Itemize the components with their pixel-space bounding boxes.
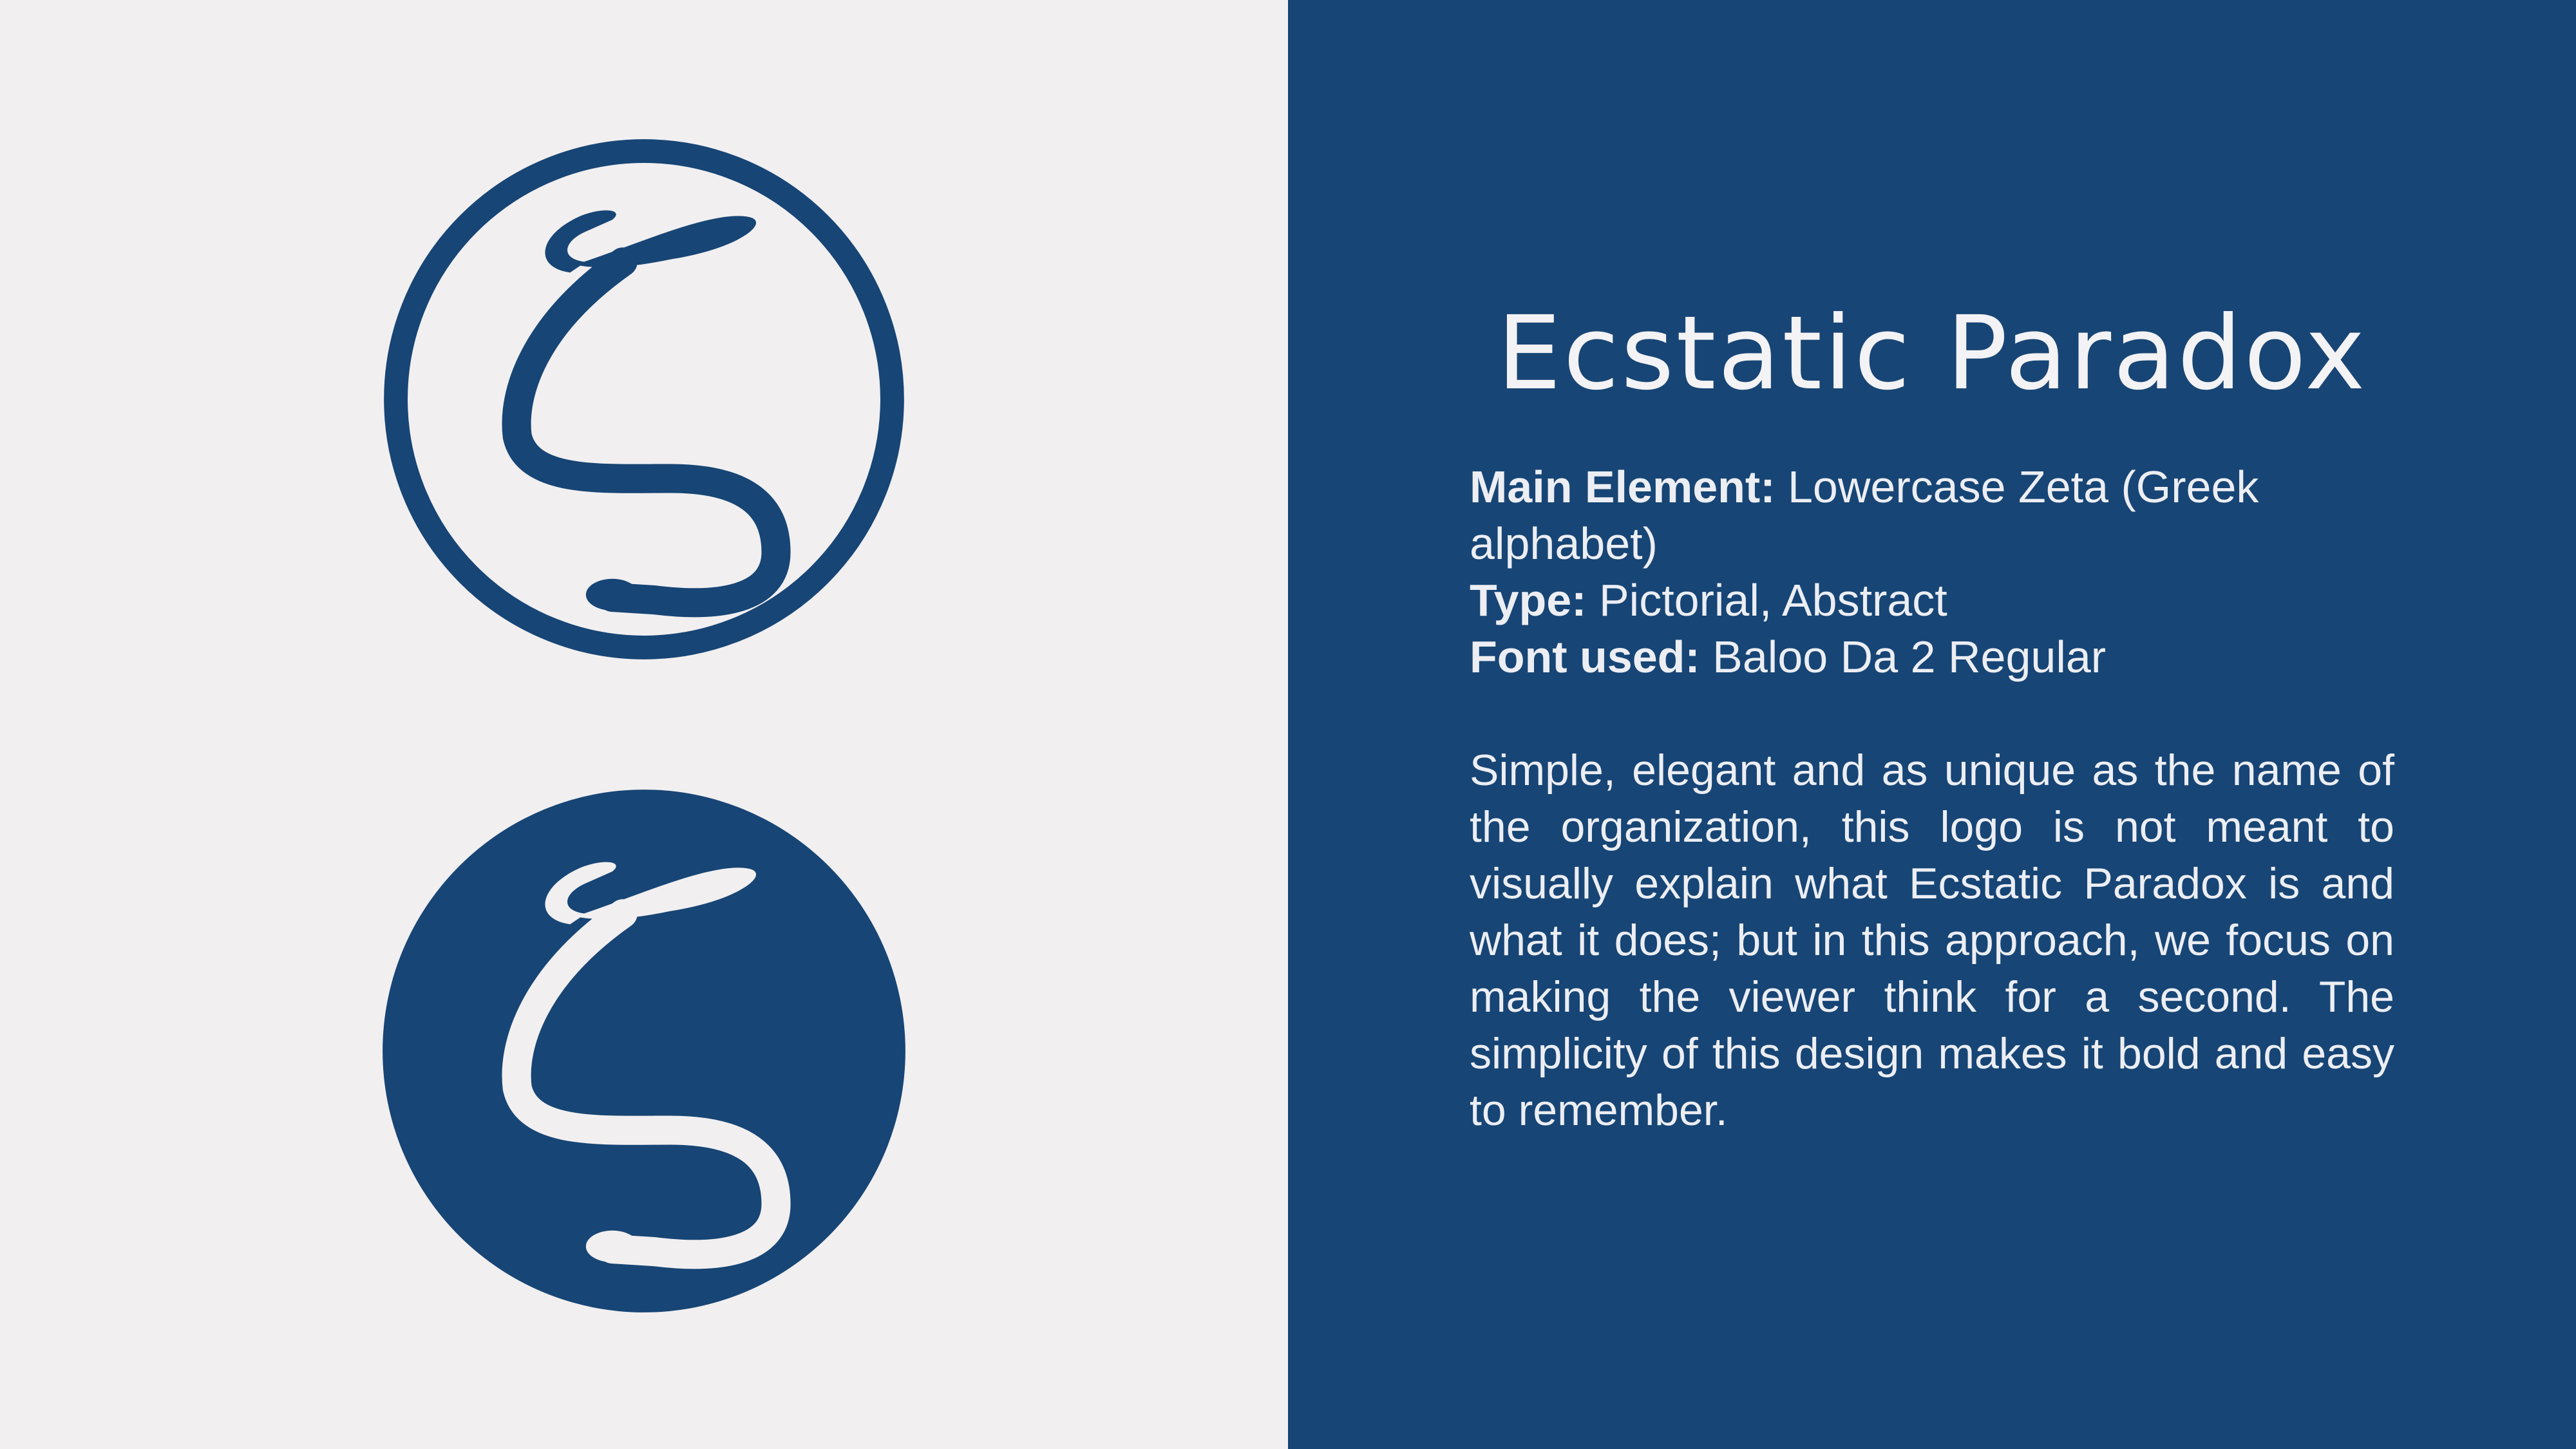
spec-font: Font used: Baloo Da 2 Regular [1470, 629, 2397, 685]
brand-info-panel: Ecstatic Paradox Main Element: Lowercase… [1288, 0, 2576, 1449]
spec-main-element: Main Element: Lowercase Zeta (Greek alph… [1470, 459, 2397, 572]
zeta-filled-logo-icon [380, 787, 908, 1315]
zeta-outline-logo-icon [380, 135, 908, 663]
spec-main-element-label: Main Element: [1470, 462, 1776, 512]
spec-type-value: Pictorial, Abstract [1586, 575, 1947, 625]
spec-font-label: Font used: [1470, 632, 1700, 682]
logo-description: Simple, elegant and as unique as the nam… [1470, 746, 2394, 1135]
spec-font-value: Baloo Da 2 Regular [1700, 632, 2107, 682]
spec-type: Type: Pictorial, Abstract [1470, 572, 2397, 629]
logo-showcase-panel [0, 0, 1288, 1449]
brand-title: Ecstatic Paradox [1497, 294, 2367, 413]
logo-specs: Main Element: Lowercase Zeta (Greek alph… [1470, 459, 2397, 685]
spec-type-label: Type: [1470, 575, 1587, 625]
